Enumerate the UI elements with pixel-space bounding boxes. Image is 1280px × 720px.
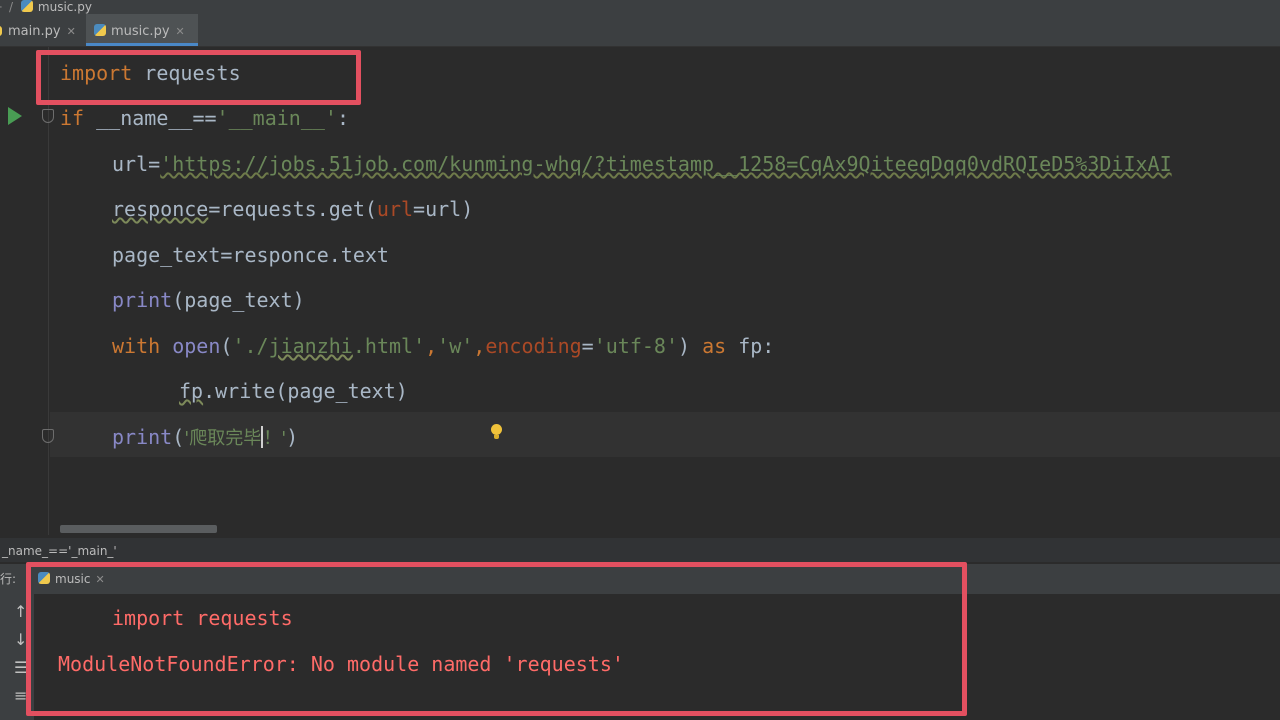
- paren: (: [220, 334, 233, 358]
- tab-main-py[interactable]: main.py ✕: [0, 14, 82, 46]
- call-args: (page_text): [172, 288, 305, 312]
- url-string: 'https://jobs.51job.com/kunming-whq/?tim…: [160, 152, 1172, 176]
- highlight-box: [36, 50, 361, 105]
- condition: __name__==: [84, 106, 217, 130]
- builtin-print: print: [112, 425, 173, 449]
- colon: :: [336, 106, 350, 130]
- close-icon[interactable]: ✕: [176, 25, 185, 38]
- code-line-2: if __name__=='__main__':: [60, 103, 349, 133]
- highlight-box: [26, 562, 967, 716]
- tab-label: music.py: [111, 24, 170, 39]
- variable: responce: [112, 197, 209, 221]
- string-literal: ！': [263, 428, 287, 449]
- tab-music-py[interactable]: music.py ✕: [86, 14, 198, 46]
- string-literal: '__main__': [216, 106, 337, 130]
- path-separator: ╴ /: [0, 0, 14, 14]
- editor-tab-bar: main.py ✕ music.py ✕: [0, 14, 1280, 47]
- variable: fp: [179, 379, 204, 403]
- call: =requests.get(: [208, 197, 377, 221]
- operator: =: [148, 152, 161, 176]
- paren: ): [678, 334, 703, 358]
- close-icon[interactable]: ✕: [67, 25, 76, 38]
- builtin-print: print: [112, 288, 173, 312]
- code-editor[interactable]: import requests if __name__=='__main__':…: [0, 47, 1280, 535]
- builtin-open: open: [172, 334, 221, 358]
- code-line-3: url='https://jobs.51job.com/kunming-whq/…: [112, 149, 1172, 179]
- comma: ,: [425, 334, 438, 358]
- navigation-bar: ╴ / music.py: [0, 0, 1280, 14]
- string-literal: '爬取完毕: [184, 428, 262, 449]
- ide-window: ╴ / music.py main.py ✕ music.py ✕ import r…: [0, 0, 1280, 720]
- keyword-if: if: [60, 106, 85, 130]
- horizontal-scrollbar[interactable]: [60, 525, 217, 533]
- run-icon[interactable]: [8, 107, 22, 125]
- keyword-argument: url: [376, 197, 414, 221]
- python-file-icon: [0, 26, 2, 36]
- code-line-4: responce=requests.get(url=url): [112, 194, 473, 224]
- python-file-icon: [20, 0, 33, 12]
- fold-icon[interactable]: [42, 429, 54, 443]
- string-literal: .html': [352, 334, 426, 358]
- breadcrumb-file-label: music.py: [37, 0, 92, 14]
- code-line-5: page_text=responce.text: [112, 240, 389, 270]
- assignment: page_text=responce.text: [112, 243, 389, 267]
- comma: ,: [473, 334, 486, 358]
- lightbulb-icon[interactable]: [491, 424, 502, 439]
- paren: (: [172, 425, 185, 449]
- python-file-icon: [94, 24, 106, 36]
- breadcrumb-file[interactable]: music.py: [20, 0, 92, 14]
- string-literal: './: [232, 334, 269, 358]
- string-literal: 'utf-8': [593, 334, 678, 358]
- string-literal: jianzhi: [268, 334, 353, 358]
- keyword-with: with: [112, 334, 173, 358]
- code-line-6: print(page_text): [112, 285, 305, 315]
- call-end: =url): [413, 197, 474, 221]
- scope-crumb[interactable]: _name_=='_main_': [2, 544, 117, 558]
- paren: ): [286, 425, 299, 449]
- code-line-7: with open('./jianzhi.html','w',encoding=…: [112, 331, 774, 361]
- run-label: 行:: [0, 572, 17, 586]
- editor-breadcrumb: _name_=='_main_': [0, 538, 1280, 562]
- alias: fp:: [726, 334, 775, 358]
- call: .write(page_text): [203, 379, 408, 403]
- variable: url: [112, 152, 149, 176]
- keyword-argument: encoding: [485, 334, 582, 358]
- code-line-9: print('爬取完毕 ！'): [112, 422, 298, 452]
- operator: =: [581, 334, 594, 358]
- keyword-as: as: [702, 334, 727, 358]
- code-line-8: fp.write(page_text): [179, 376, 408, 406]
- tab-label: main.py: [8, 24, 61, 39]
- fold-icon[interactable]: [42, 109, 54, 123]
- string-literal: 'w': [437, 334, 474, 358]
